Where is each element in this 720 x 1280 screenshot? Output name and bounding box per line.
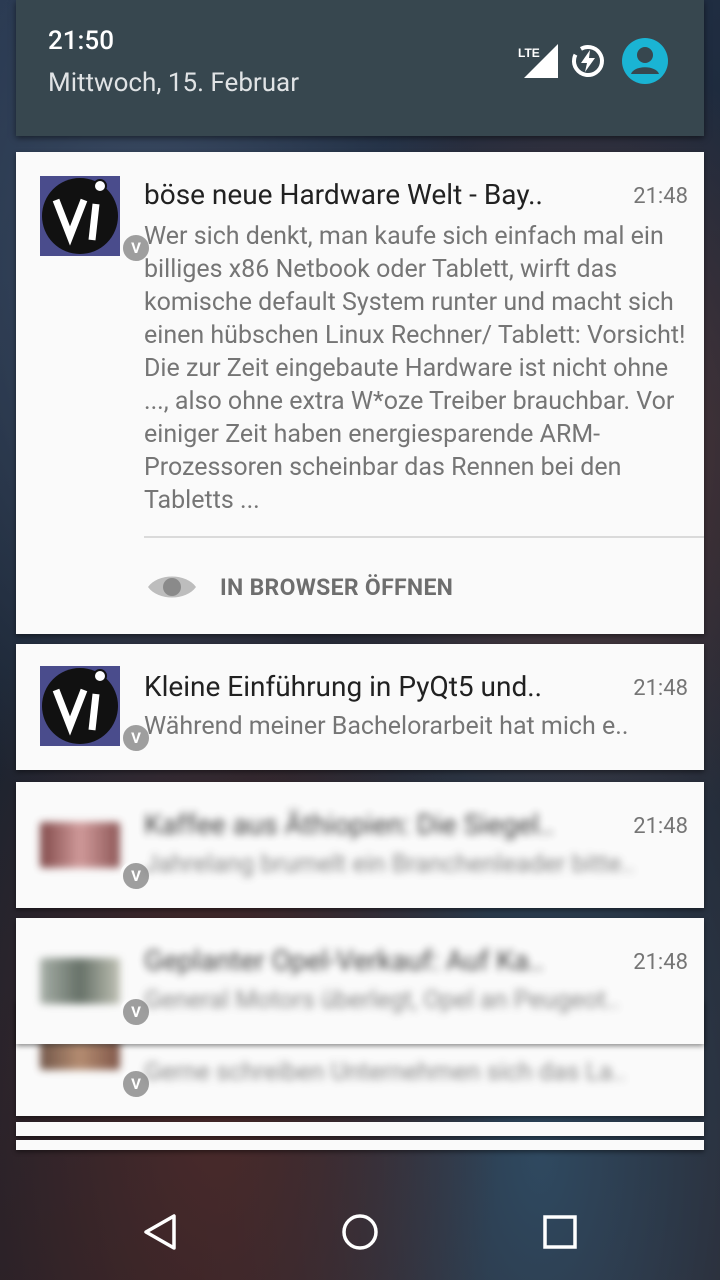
- eye-icon: [148, 576, 196, 598]
- notification-card[interactable]: V Kaffee aus Äthiopien: Die Siegel.. 21:…: [16, 782, 704, 908]
- notification-text: Gerne schreiben Unternehmen sich das La.…: [144, 1058, 626, 1087]
- battery-saver-icon: [572, 45, 604, 77]
- notification-header[interactable]: 21:50 Mittwoch, 15. Februar LTE: [16, 0, 704, 136]
- app-icon: V: [40, 804, 152, 892]
- recents-icon[interactable]: [540, 1212, 580, 1252]
- notification-title: Kleine Einführung in PyQt5 und..: [144, 670, 543, 703]
- app-icon: V: [40, 940, 152, 1028]
- svg-text:LTE: LTE: [518, 46, 540, 60]
- notification-title: Geplanter Opel-Verkauf: Auf Ka..: [144, 944, 544, 977]
- stacked-notification-edge[interactable]: [16, 1140, 704, 1150]
- navigation-bar: [0, 1184, 720, 1280]
- lte-signal-icon: LTE: [518, 44, 558, 78]
- back-icon[interactable]: [140, 1212, 180, 1252]
- article-thumbnail: [40, 1040, 120, 1070]
- notification-time: 21:48: [633, 184, 688, 209]
- notification-time: 21:48: [633, 814, 688, 839]
- app-icon: V: [40, 666, 152, 754]
- stacked-notification-edge[interactable]: [16, 1122, 704, 1136]
- user-avatar-icon[interactable]: [622, 38, 668, 84]
- notification-text: Jahrelang brumelt ein Branchenleader bit…: [144, 850, 635, 879]
- notification-card[interactable]: V böse neue Hardware Welt - Bay.. 21:48 …: [16, 152, 704, 634]
- notification-title: Kaffee aus Äthiopien: Die Siegel..: [144, 808, 555, 841]
- notification-card[interactable]: V Geplanter Opel-Verkauf: Auf Ka.. 21:48…: [16, 918, 704, 1044]
- action-label: IN BROWSER ÖFFNEN: [220, 573, 454, 601]
- divider: [144, 536, 704, 538]
- vi-logo-icon: [40, 666, 120, 746]
- notification-time: 21:48: [633, 950, 688, 975]
- notification-time: 21:48: [633, 676, 688, 701]
- notification-text: Wer sich denkt, man kaufe sich einfach m…: [144, 222, 686, 515]
- notification-title: böse neue Hardware Welt - Bay..: [144, 178, 543, 211]
- home-icon[interactable]: [340, 1212, 380, 1252]
- date[interactable]: Mittwoch, 15. Februar: [48, 68, 299, 98]
- notification-card[interactable]: V Kleine Einführung in PyQt5 und.. 21:48…: [16, 644, 704, 770]
- notification-text: General Motors überlegt, Opel an Peugeot…: [144, 986, 620, 1015]
- open-in-browser-button[interactable]: IN BROWSER ÖFFNEN: [146, 557, 453, 617]
- notification-text: Während meiner Bachelorarbeit hat mich e…: [144, 712, 629, 741]
- clock: 21:50: [48, 26, 114, 56]
- article-thumbnail: [40, 822, 120, 868]
- vi-logo-icon: [40, 176, 120, 256]
- app-icon: V: [40, 176, 152, 264]
- article-thumbnail: [40, 958, 120, 1004]
